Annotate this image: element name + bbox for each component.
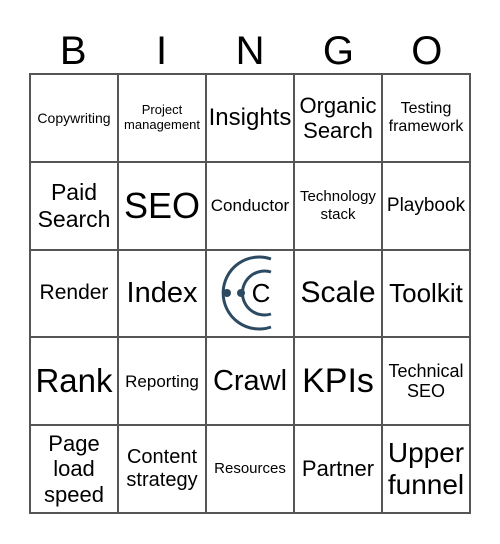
cell-label: KPIs xyxy=(302,361,374,400)
logo-letter: C xyxy=(252,278,271,308)
bingo-cell[interactable]: Conductor xyxy=(206,161,294,250)
bingo-cell[interactable]: Content strategy xyxy=(118,425,206,513)
bingo-cell[interactable]: Testing framework xyxy=(382,74,470,162)
cell-label: Toolkit xyxy=(389,277,463,308)
bingo-cell[interactable]: Index xyxy=(118,249,206,338)
cell-label: Testing framework xyxy=(388,99,464,135)
bingo-cell[interactable]: Partner xyxy=(294,425,382,513)
cell-label: Page load speed xyxy=(44,431,104,507)
bingo-cell[interactable]: Copywriting xyxy=(30,74,118,162)
cell-label: Content strategy xyxy=(126,446,198,492)
cell-label: Conductor xyxy=(210,195,290,215)
bingo-cell[interactable]: Reporting xyxy=(118,337,206,426)
bingo-header: B I N G O xyxy=(29,30,471,73)
cell-label: Resources xyxy=(214,460,286,478)
cell-label: Render xyxy=(39,281,109,305)
header-letter: G xyxy=(322,29,354,73)
bingo-cell[interactable]: Render xyxy=(30,249,118,338)
cell-label: Reporting xyxy=(125,371,199,391)
bingo-cell[interactable]: Crawl xyxy=(206,337,294,426)
bingo-cell[interactable]: Organic Search xyxy=(294,74,382,162)
cell-label: Project management xyxy=(124,101,200,132)
cell-label: Copywriting xyxy=(37,109,111,126)
bingo-cell[interactable]: SEO xyxy=(118,161,206,250)
bingo-cell[interactable]: Toolkit xyxy=(382,249,470,338)
bingo-cell[interactable]: Technical SEO xyxy=(382,337,470,426)
bingo-cell[interactable]: Page load speed xyxy=(30,425,118,513)
bingo-cell[interactable]: Rank xyxy=(30,337,118,426)
cell-label: Partner xyxy=(301,456,375,482)
bingo-grid: Copywriting Project management Insights Org… xyxy=(29,73,471,514)
header-letter: B xyxy=(59,29,87,73)
bingo-cell[interactable]: Project management xyxy=(118,74,206,162)
cell-label: Insights xyxy=(208,104,292,132)
bingo-cell[interactable]: Technology stack xyxy=(294,161,382,250)
conductor-logo-icon: C xyxy=(221,256,272,331)
cell-label: Organic Search xyxy=(299,92,377,143)
cell-label: SEO xyxy=(123,185,201,226)
bingo-cell[interactable]: Insights xyxy=(206,74,294,162)
header-letter: N xyxy=(235,29,265,73)
bingo-cell[interactable]: Playbook xyxy=(382,161,470,250)
cell-label: Upper funnel xyxy=(387,436,465,501)
header-letter: I xyxy=(156,29,168,73)
cell-label: Scale xyxy=(300,276,376,310)
bingo-cell[interactable]: Upper funnel xyxy=(382,425,470,513)
cell-label: Playbook xyxy=(386,194,466,216)
free-space-cell[interactable]: C xyxy=(206,249,294,338)
cell-label: Rank xyxy=(35,362,113,400)
cell-label: Technology stack xyxy=(300,188,376,223)
cell-label: Crawl xyxy=(212,364,288,397)
bingo-cell[interactable]: Paid Search xyxy=(30,161,118,250)
cell-label: Index xyxy=(126,276,198,309)
bingo-cell[interactable]: Resources xyxy=(206,425,294,513)
header-letter: O xyxy=(411,29,443,73)
cell-label: Paid Search xyxy=(37,179,111,232)
bingo-cell[interactable]: Scale xyxy=(294,249,382,338)
cell-label: Technical SEO xyxy=(388,360,464,402)
bingo-cell[interactable]: KPIs xyxy=(294,337,382,426)
